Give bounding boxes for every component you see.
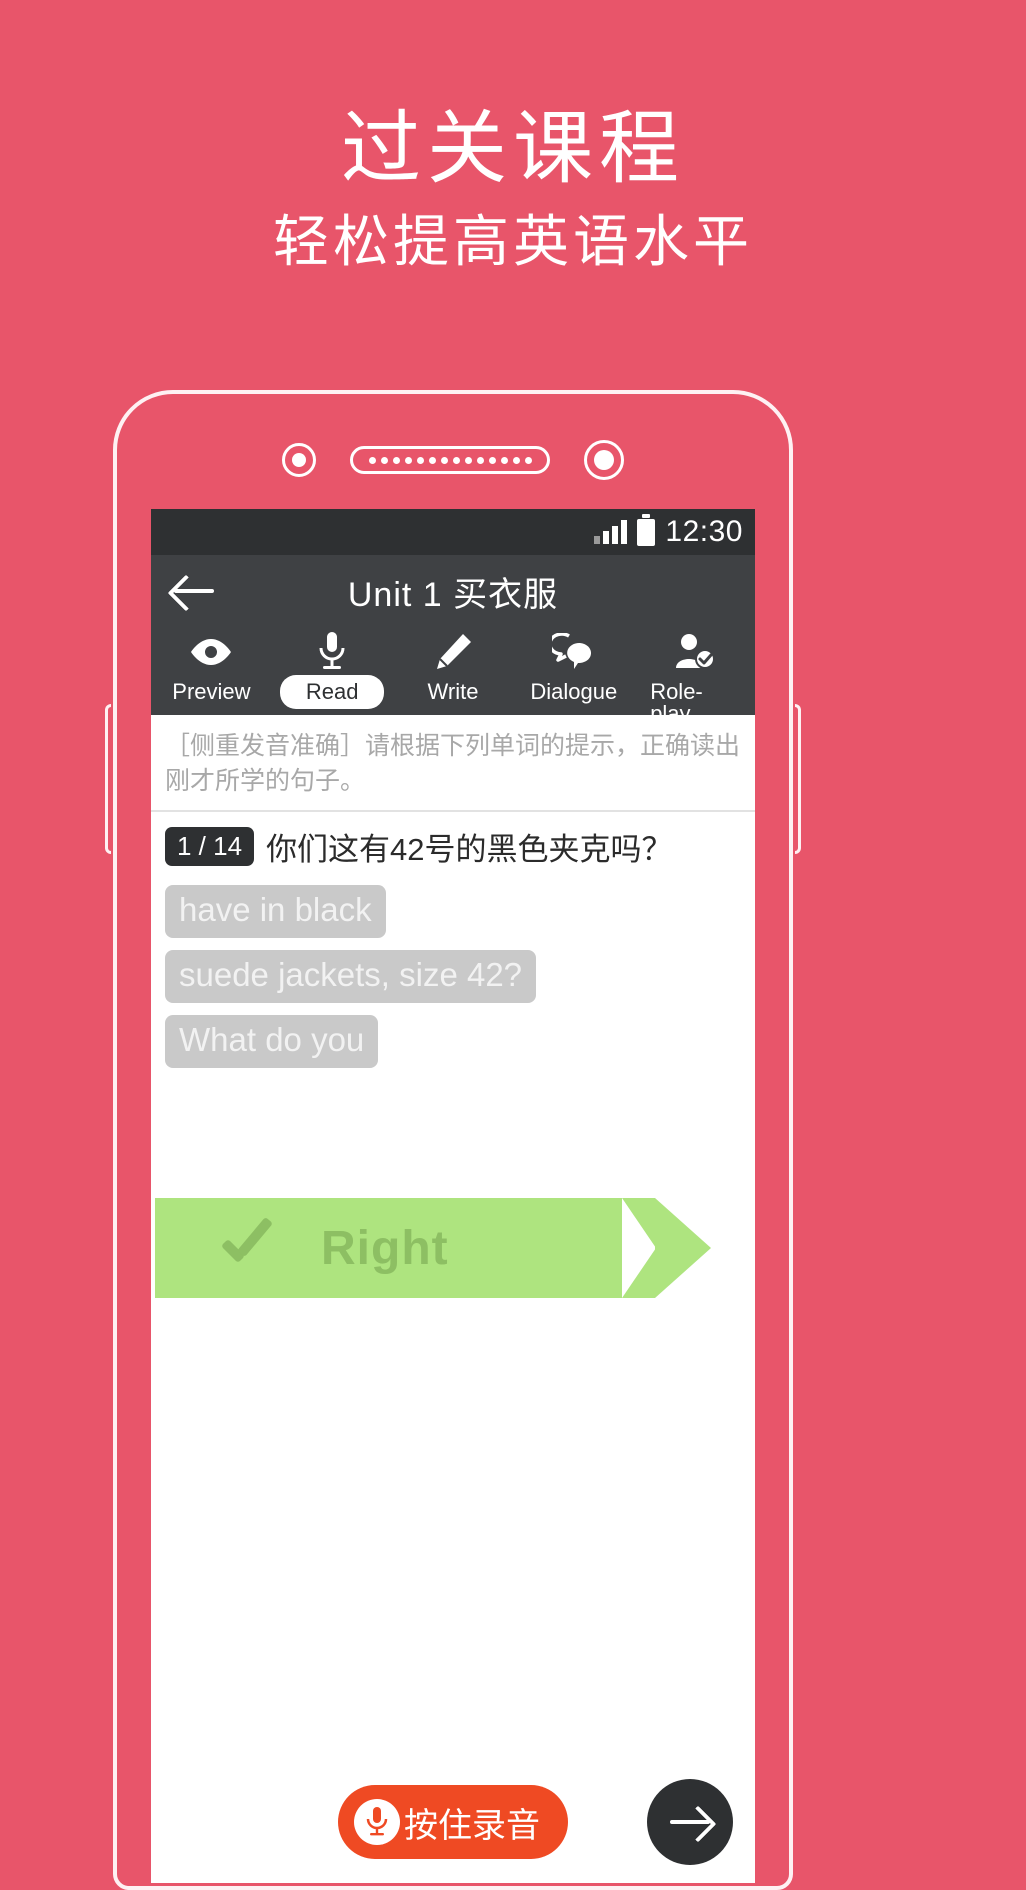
tab-preview[interactable]: Preview (151, 627, 272, 709)
app-navigation-bar: Unit 1 买衣服 (151, 555, 755, 627)
promo-subtitle: 轻松提高英语水平 (273, 209, 753, 273)
proximity-sensor-icon (584, 440, 624, 480)
word-hint-chips: have in black suede jackets, size 42? Wh… (151, 875, 755, 1068)
tab-write-label: Write (427, 679, 479, 704)
word-chip[interactable]: suede jackets, size 42? (165, 950, 537, 1003)
promo-title: 过关课程 (341, 104, 685, 193)
record-button-label: 按住录音 (404, 1806, 540, 1845)
word-chip[interactable]: What do you (165, 1015, 379, 1068)
question-counter-badge: 1 / 14 (165, 827, 255, 866)
next-button[interactable] (647, 1779, 733, 1865)
bottom-action-bar: 按住录音 (151, 1773, 755, 1883)
banner-notch-decoration (622, 1198, 656, 1298)
back-arrow-icon (172, 574, 216, 608)
earpiece-speaker-icon (350, 446, 550, 474)
tab-read[interactable]: Read (272, 627, 393, 709)
promo-heading-block: 过关课程 轻松提高英语水平 (0, 104, 1026, 275)
speech-bubbles-icon (551, 631, 596, 673)
result-banner: Right (155, 1198, 711, 1298)
tab-role-play-label: Role-play (650, 679, 703, 726)
tab-read-label: Read (279, 675, 385, 709)
tab-dialogue[interactable]: Dialogue (513, 627, 634, 709)
phone-volume-buttons-left (105, 704, 111, 854)
tab-write[interactable]: Write (393, 627, 514, 709)
eye-icon (188, 631, 234, 673)
phone-mockup: 12:30 Unit 1 买衣服 Preview Read Write Dial… (105, 390, 801, 1890)
phone-screen: 12:30 Unit 1 买衣服 Preview Read Write Dial… (151, 509, 755, 1883)
phone-power-button-right (795, 704, 801, 854)
check-icon (215, 1220, 271, 1276)
front-camera-icon (282, 443, 316, 477)
word-chip[interactable]: have in black (165, 885, 386, 938)
question-text: 你们这有42号的黑色夹克吗？ (266, 832, 673, 867)
tab-bar: Preview Read Write Dialogue Role-play (151, 627, 755, 725)
arrow-right-icon (668, 1805, 712, 1839)
signal-bars-icon (594, 520, 628, 544)
microphone-icon (354, 1799, 400, 1845)
page-title: Unit 1 买衣服 (347, 575, 559, 614)
back-button[interactable] (151, 574, 237, 608)
microphone-icon (317, 631, 347, 673)
record-button[interactable]: 按住录音 (338, 1785, 568, 1859)
battery-icon (637, 513, 656, 546)
question-row: 1 / 14 你们这有42号的黑色夹克吗？ (151, 812, 755, 875)
result-banner-label: Right (321, 1221, 449, 1275)
tab-dialogue-label: Dialogue (530, 679, 618, 704)
pencil-icon (433, 631, 473, 673)
phone-top-hardware (117, 440, 789, 480)
status-bar: 12:30 (151, 509, 755, 555)
person-check-icon (674, 631, 716, 673)
result-area: Right (151, 1068, 755, 1773)
tab-role-play[interactable]: Role-play (634, 627, 755, 731)
status-bar-clock: 12:30 (665, 515, 743, 548)
tab-preview-label: Preview (172, 679, 251, 704)
